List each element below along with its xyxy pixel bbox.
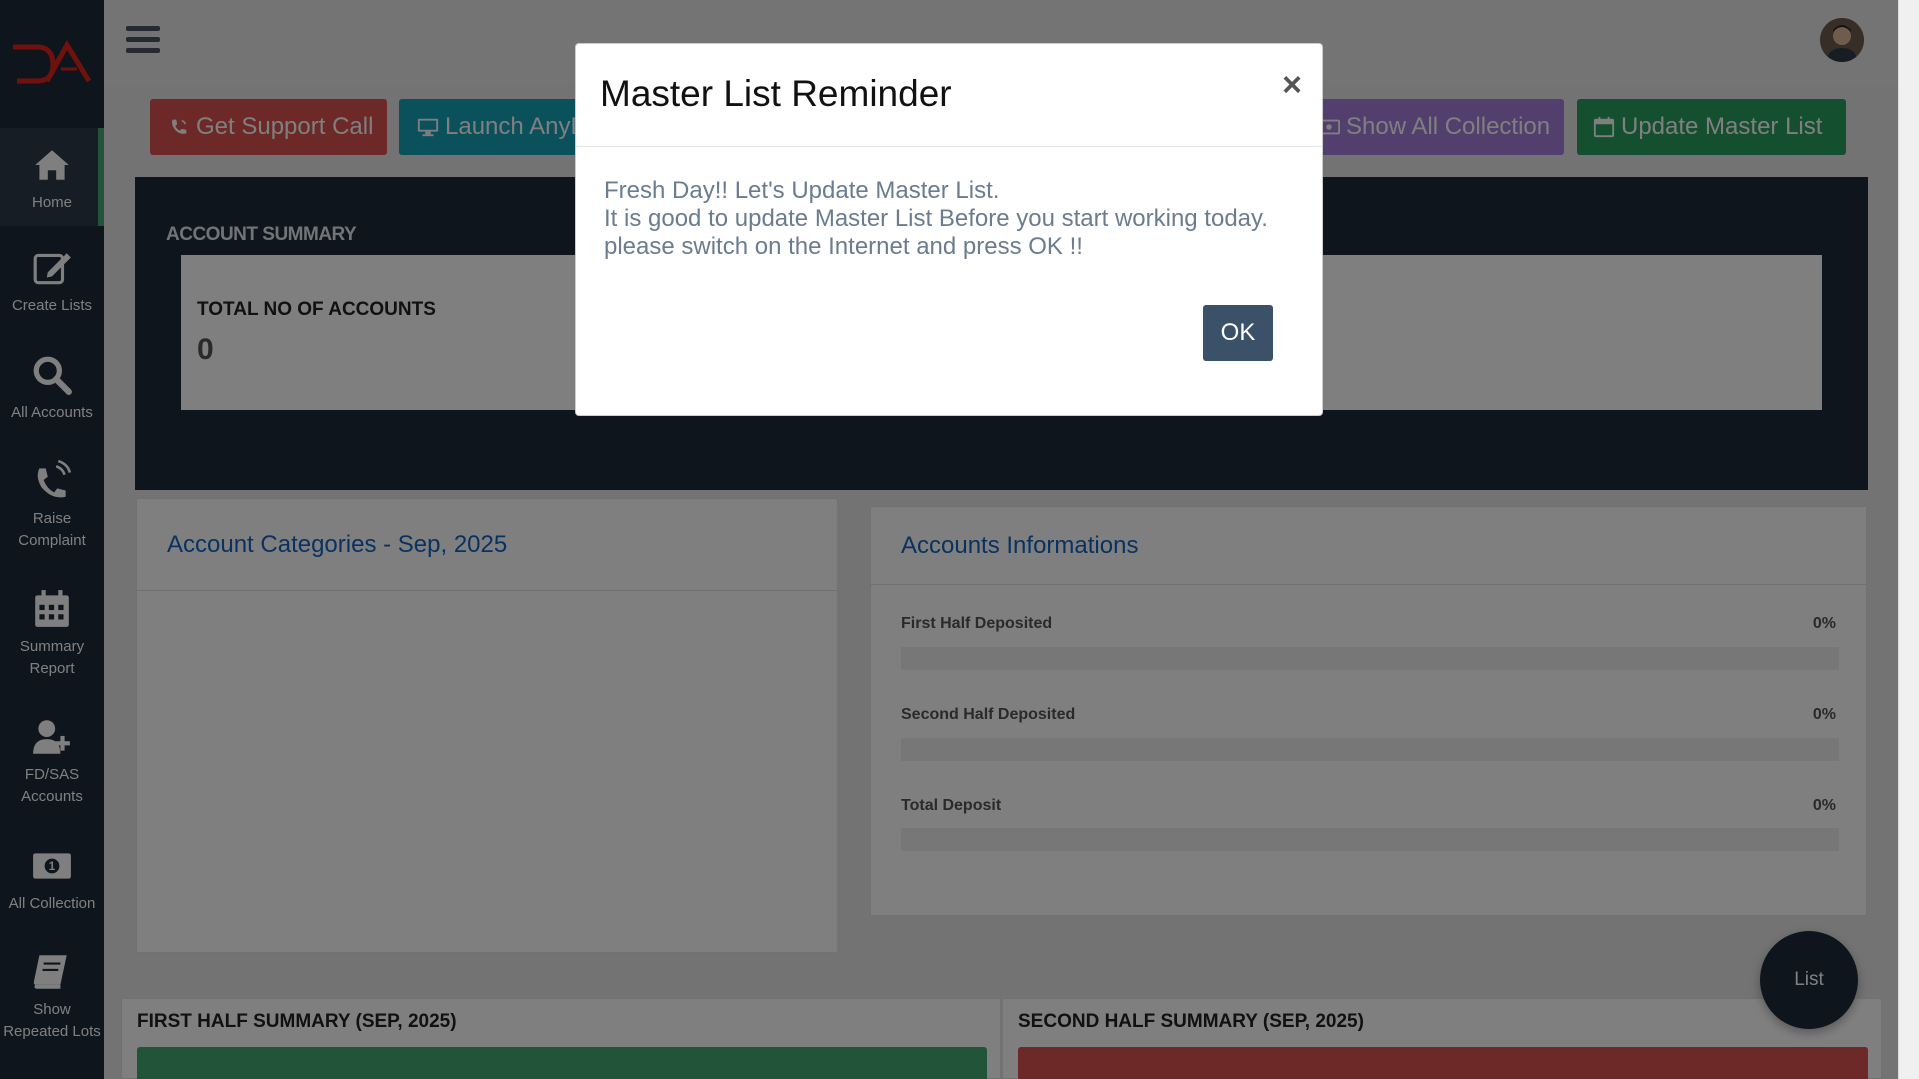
ok-button[interactable]: OK	[1203, 305, 1273, 361]
modal-header: Master List Reminder ×	[576, 44, 1322, 147]
modal-message-line-3: please switch on the Internet and press …	[604, 233, 1083, 260]
modal-message-line-2: It is good to update Master List Before …	[604, 205, 1268, 232]
modal-message-line-1: Fresh Day!! Let's Update Master List.	[604, 177, 1000, 204]
modal-title: Master List Reminder	[600, 73, 952, 114]
close-icon[interactable]: ×	[1282, 68, 1302, 102]
page-scrollbar[interactable]	[1898, 0, 1919, 1079]
master-list-reminder-dialog: Master List Reminder × Fresh Day!! Let's…	[575, 43, 1323, 416]
modal-body: Fresh Day!! Let's Update Master List. It…	[604, 177, 1304, 261]
